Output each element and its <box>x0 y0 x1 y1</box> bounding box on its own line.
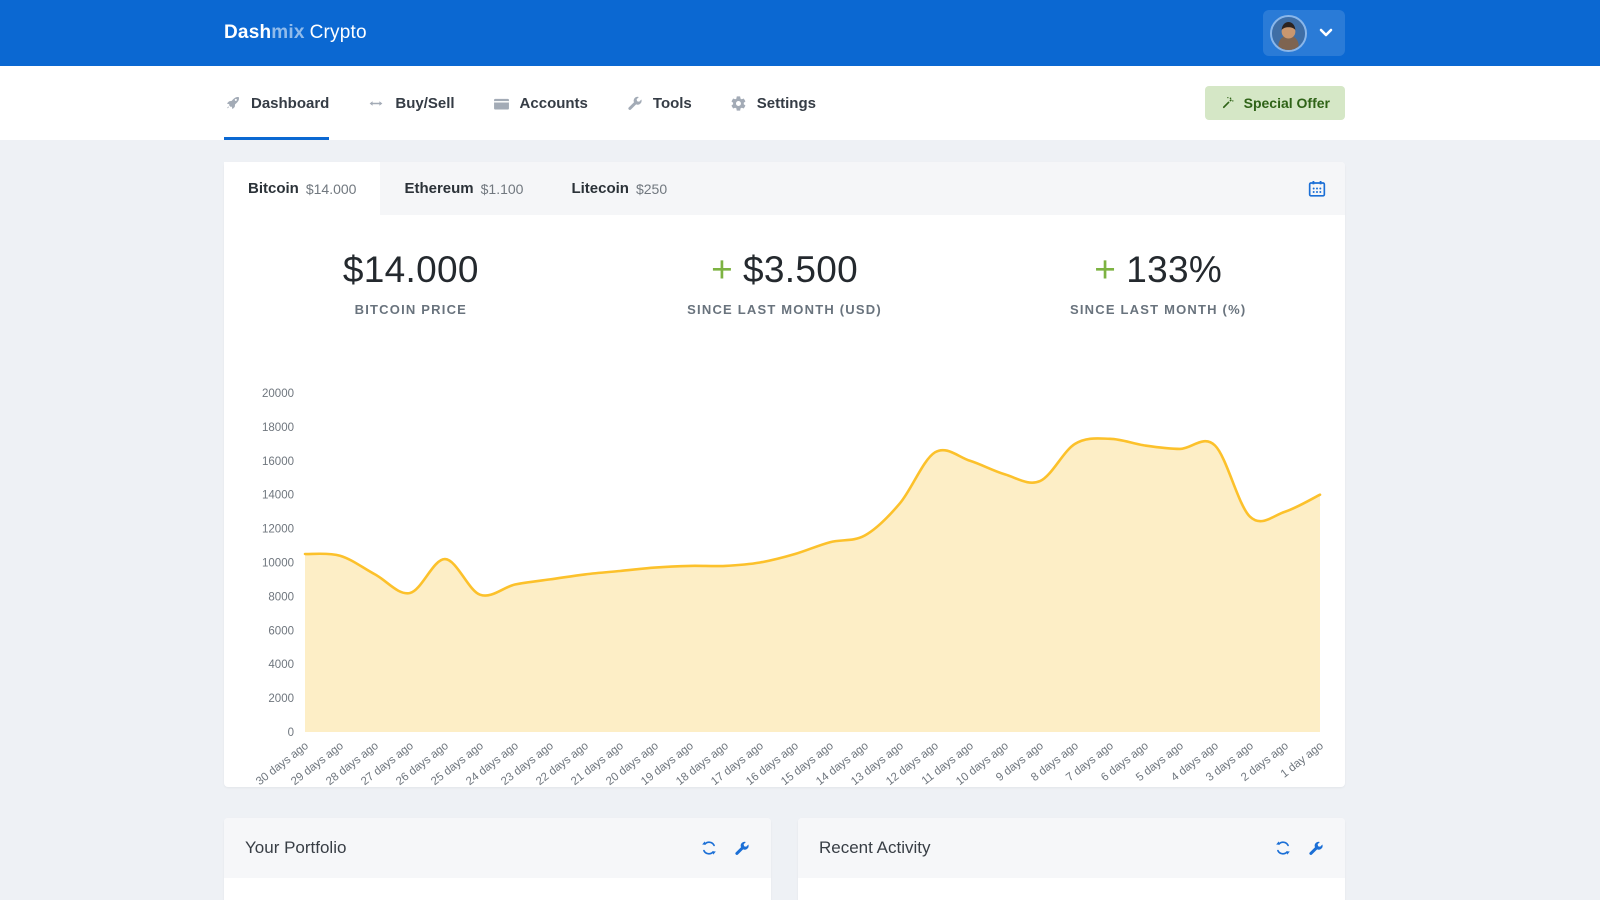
nav-item-dashboard[interactable]: Dashboard <box>224 66 329 140</box>
stat-number: $14.000 <box>343 249 479 290</box>
nav-item-buy-sell[interactable]: Buy/Sell <box>367 66 454 140</box>
svg-text:8000: 8000 <box>268 591 294 603</box>
calendar-button[interactable] <box>1307 179 1327 199</box>
coin-tabs: Bitcoin $14.000 Ethereum $1.100 Litecoin… <box>224 162 1345 215</box>
refresh-button[interactable] <box>700 839 718 857</box>
magic-wand-icon <box>1220 96 1235 111</box>
svg-text:18000: 18000 <box>262 422 294 434</box>
stat-value: $14.000 <box>224 249 598 291</box>
stat-label: BITCOIN PRICE <box>224 302 598 317</box>
portfolio-panel: Your Portfolio <box>224 818 771 900</box>
app-header: Dashmix Crypto <box>0 0 1600 66</box>
svg-text:12000: 12000 <box>262 524 294 536</box>
main-content: Bitcoin $14.000 Ethereum $1.100 Litecoin… <box>224 162 1345 900</box>
wallet-icon <box>493 95 510 112</box>
svg-text:4000: 4000 <box>268 659 294 671</box>
stat-sign: + <box>1094 249 1116 290</box>
refresh-icon <box>1274 839 1292 857</box>
tab-price: $14.000 <box>306 181 357 197</box>
panel-header: Recent Activity <box>798 818 1345 878</box>
panel-title: Your Portfolio <box>245 838 346 858</box>
panel-tools <box>1274 839 1324 857</box>
main-nav: Dashboard Buy/Sell Accounts Tools <box>0 66 1600 140</box>
tab-litecoin[interactable]: Litecoin $250 <box>547 162 691 215</box>
crypto-card: Bitcoin $14.000 Ethereum $1.100 Litecoin… <box>224 162 1345 787</box>
stat-change-usd: +$3.500 SINCE LAST MONTH (USD) <box>598 249 972 317</box>
svg-text:16000: 16000 <box>262 456 294 468</box>
refresh-icon <box>700 839 718 857</box>
tab-name: Ethereum <box>404 180 473 197</box>
gear-icon <box>730 95 747 112</box>
nav-item-settings[interactable]: Settings <box>730 66 816 140</box>
svg-text:14000: 14000 <box>262 490 294 502</box>
nav-item-accounts[interactable]: Accounts <box>493 66 588 140</box>
stat-label: SINCE LAST MONTH (USD) <box>598 302 972 317</box>
svg-text:10000: 10000 <box>262 558 294 570</box>
avatar <box>1270 15 1307 52</box>
chevron-down-icon <box>1319 28 1333 38</box>
svg-text:20000: 20000 <box>262 388 294 400</box>
bitcoin-price-chart: 0 2000 4000 6000 8000 10000 12000 14000 16000 180… <box>224 357 1345 787</box>
stat-label: SINCE LAST MONTH (%) <box>971 302 1345 317</box>
avatar-image <box>1272 17 1305 50</box>
brand-bold: Dash <box>224 22 271 43</box>
panel-header: Your Portfolio <box>224 818 771 878</box>
tab-price: $1.100 <box>481 181 524 197</box>
rocket-icon <box>224 95 241 112</box>
wrench-button[interactable] <box>733 840 750 857</box>
nav-label: Buy/Sell <box>395 95 454 112</box>
svg-text:2000: 2000 <box>268 693 294 705</box>
brand-logo[interactable]: Dashmix Crypto <box>224 22 367 44</box>
bottom-panels: Your Portfolio <box>224 818 1345 900</box>
wrench-icon <box>733 840 750 857</box>
wrench-icon <box>1307 840 1324 857</box>
activity-panel: Recent Activity <box>798 818 1345 900</box>
stat-change-percent: +133% SINCE LAST MONTH (%) <box>971 249 1345 317</box>
stat-bitcoin-price: $14.000 BITCOIN PRICE <box>224 249 598 317</box>
brand-rest: Crypto <box>310 22 367 43</box>
stat-value: +$3.500 <box>598 249 972 291</box>
panel-body <box>798 878 1345 900</box>
tab-ethereum[interactable]: Ethereum $1.100 <box>380 162 547 215</box>
nav-items: Dashboard Buy/Sell Accounts Tools <box>224 66 816 140</box>
refresh-button[interactable] <box>1274 839 1292 857</box>
nav-label: Dashboard <box>251 95 329 112</box>
panel-tools <box>700 839 750 857</box>
wrench-button[interactable] <box>1307 840 1324 857</box>
tab-name: Bitcoin <box>248 180 299 197</box>
calendar-icon <box>1307 179 1327 199</box>
tab-bitcoin[interactable]: Bitcoin $14.000 <box>224 162 380 215</box>
user-menu-button[interactable] <box>1263 10 1345 56</box>
stat-number: $3.500 <box>743 249 858 290</box>
tab-name: Litecoin <box>571 180 629 197</box>
wrench-icon <box>626 95 643 112</box>
nav-label: Settings <box>757 95 816 112</box>
special-offer-button[interactable]: Special Offer <box>1205 86 1345 120</box>
svg-text:6000: 6000 <box>268 625 294 637</box>
nav-label: Tools <box>653 95 692 112</box>
svg-text:0: 0 <box>288 727 294 739</box>
brand-muted: mix <box>271 22 304 43</box>
special-offer-label: Special Offer <box>1244 95 1330 111</box>
exchange-arrows-icon <box>367 95 385 112</box>
nav-label: Accounts <box>520 95 588 112</box>
stat-value: +133% <box>971 249 1345 291</box>
chart-area: 0 2000 4000 6000 8000 10000 12000 14000 16000 180… <box>224 357 1345 787</box>
nav-item-tools[interactable]: Tools <box>626 66 692 140</box>
stat-number: 133% <box>1126 249 1222 290</box>
stats-row: $14.000 BITCOIN PRICE +$3.500 SINCE LAST… <box>224 215 1345 357</box>
stat-sign: + <box>711 249 733 290</box>
panel-title: Recent Activity <box>819 838 931 858</box>
tab-price: $250 <box>636 181 667 197</box>
panel-body <box>224 878 771 900</box>
